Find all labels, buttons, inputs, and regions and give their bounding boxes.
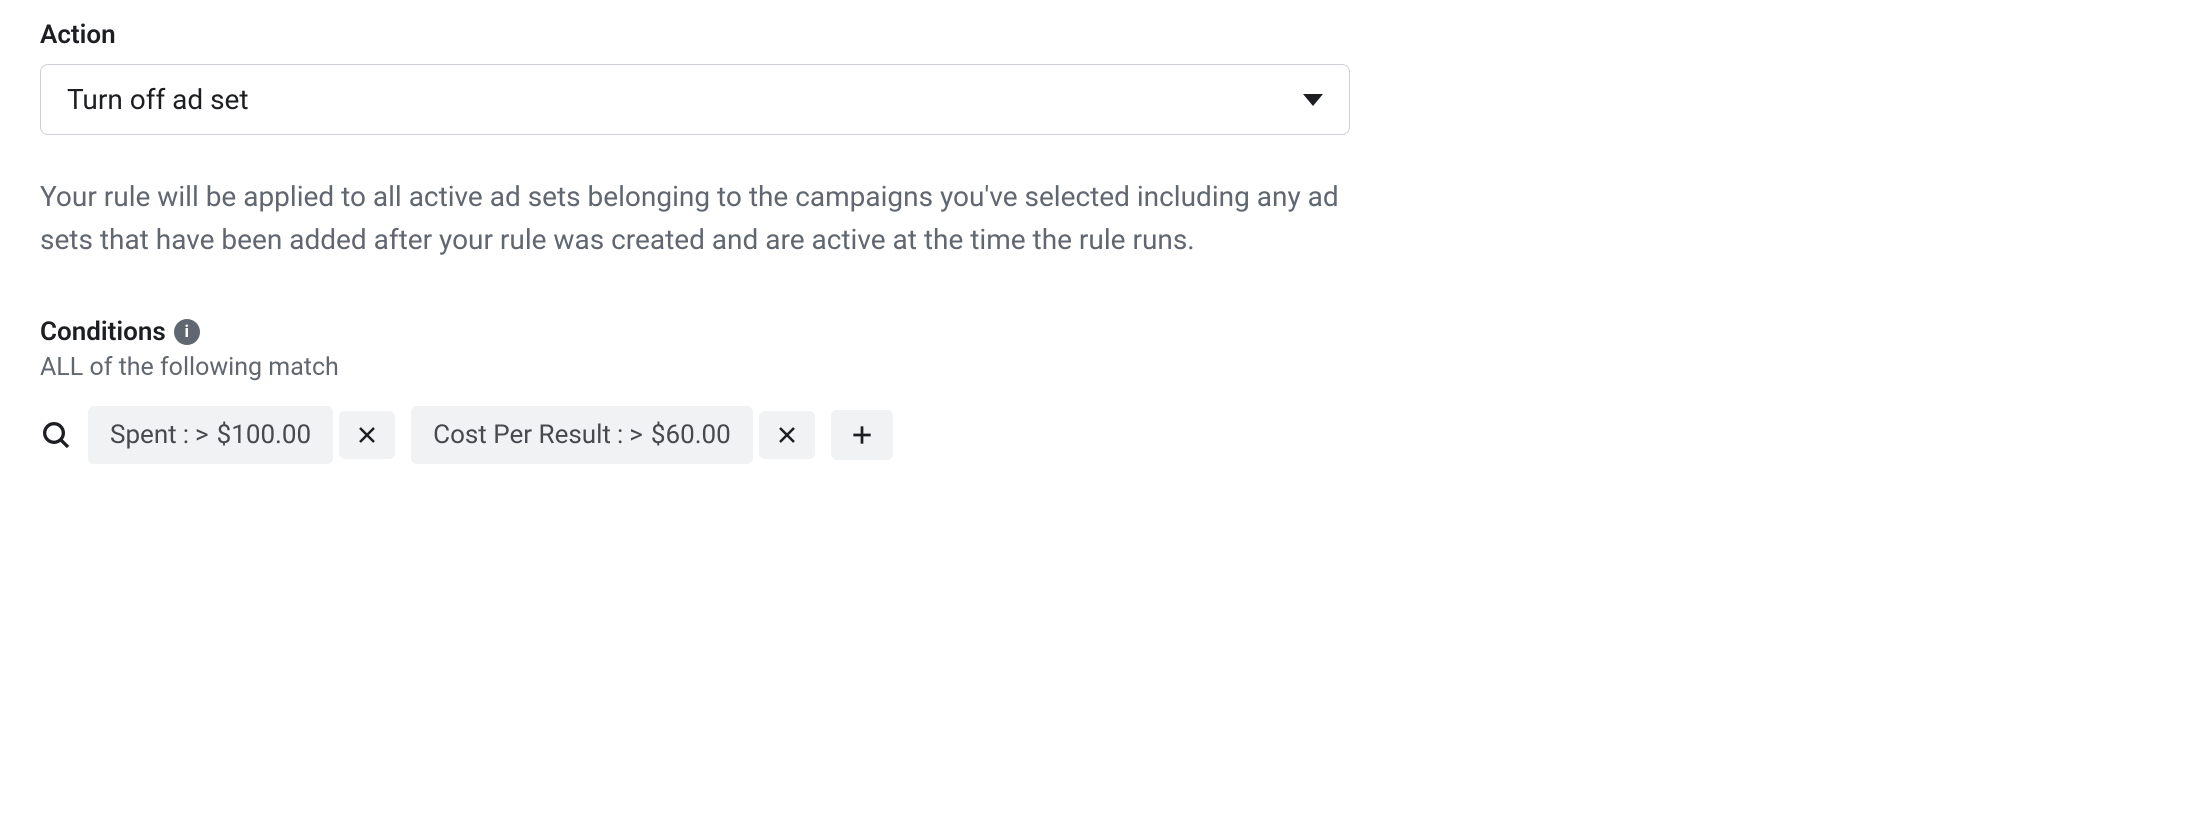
condition-remove-button[interactable]: [339, 411, 395, 459]
chevron-down-icon: [1303, 94, 1323, 106]
action-description: Your rule will be applied to all active …: [40, 175, 1350, 262]
action-dropdown-value: Turn off ad set: [67, 83, 249, 116]
action-label: Action: [40, 20, 2172, 50]
condition-metric: Cost Per Result: [433, 420, 611, 450]
action-section: Action Turn off ad set Your rule will be…: [40, 20, 2172, 262]
condition-operator: >: [629, 420, 643, 450]
condition-value: $60.00: [651, 420, 731, 450]
condition-operator: >: [195, 420, 209, 450]
search-icon[interactable]: [40, 419, 72, 451]
plus-icon: [849, 422, 875, 448]
close-icon: [775, 423, 799, 447]
conditions-subtitle: ALL of the following match: [40, 353, 2172, 382]
conditions-section: Conditions i ALL of the following match …: [40, 317, 2172, 464]
action-dropdown[interactable]: Turn off ad set: [40, 64, 1350, 135]
condition-chip[interactable]: Spent: > $100.00: [88, 406, 333, 464]
add-condition-button[interactable]: [831, 410, 893, 460]
conditions-header: Conditions i: [40, 317, 2172, 347]
conditions-row: Spent: > $100.00 Cost Per Result: > $60.…: [40, 406, 2172, 464]
condition-remove-button[interactable]: [759, 411, 815, 459]
conditions-label: Conditions: [40, 317, 166, 347]
condition-metric: Spent: [110, 420, 177, 450]
condition-value: $100.00: [217, 420, 312, 450]
info-icon[interactable]: i: [174, 319, 200, 345]
condition-chip[interactable]: Cost Per Result: > $60.00: [411, 406, 753, 464]
close-icon: [355, 423, 379, 447]
